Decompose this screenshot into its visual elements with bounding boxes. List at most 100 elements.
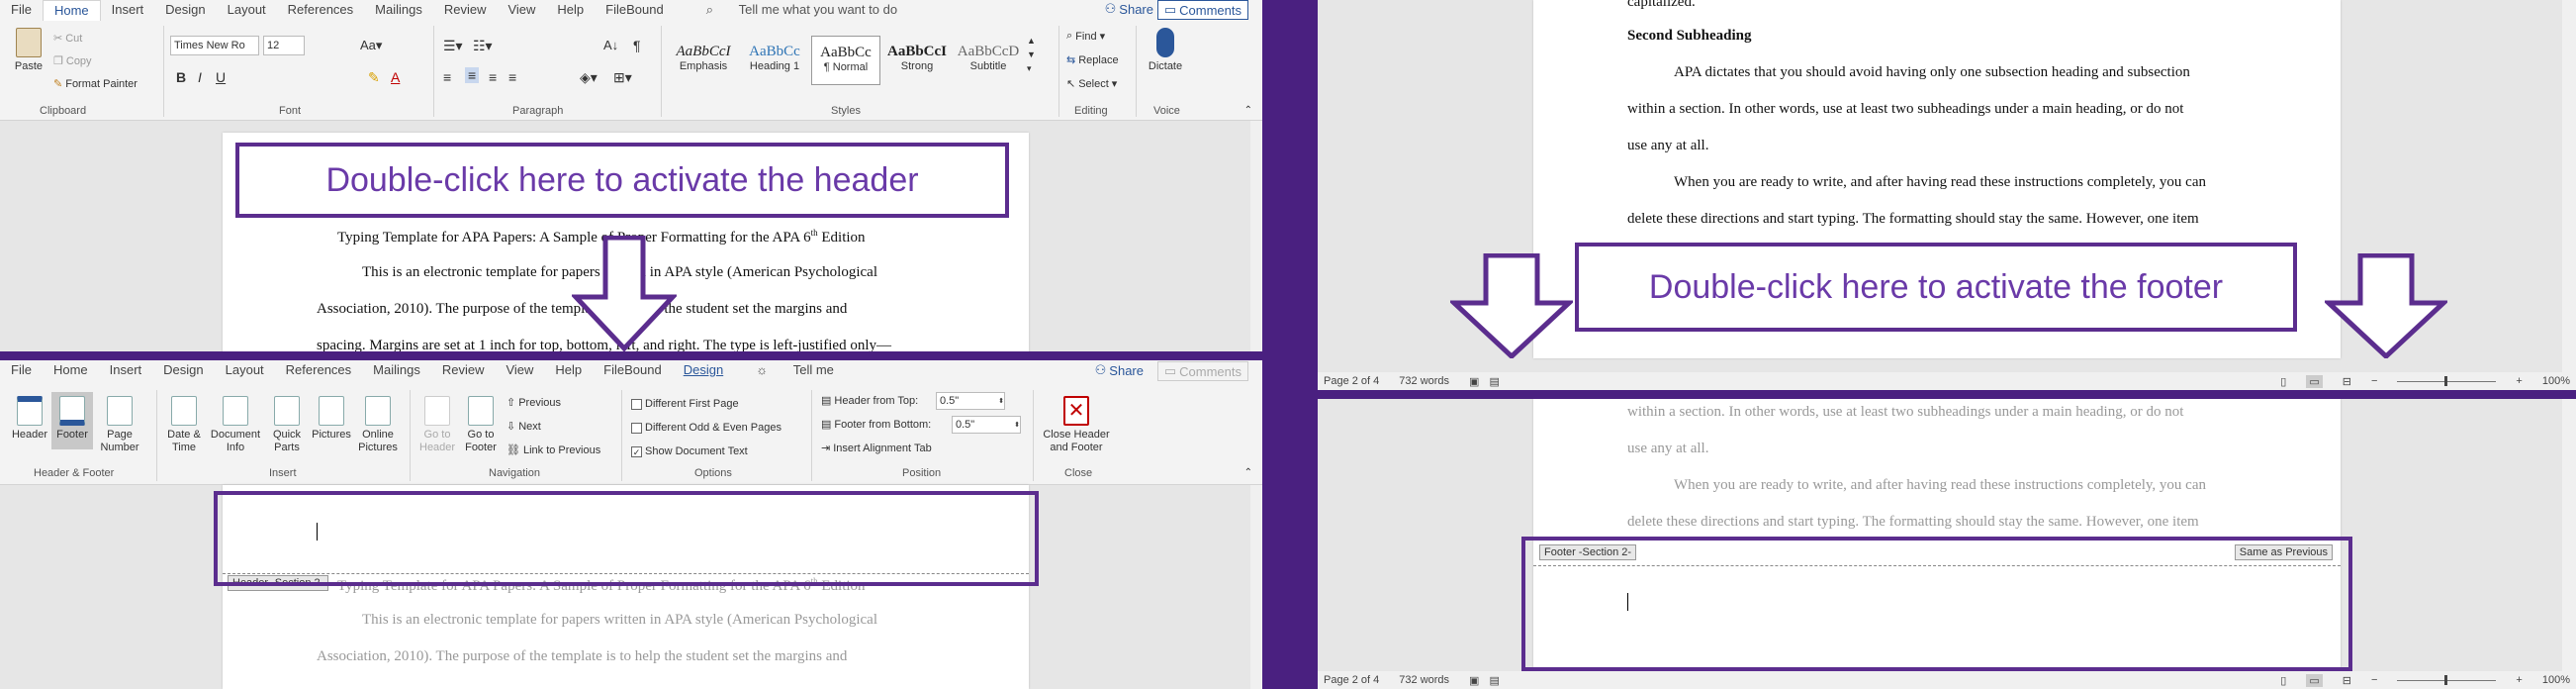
- tab-file[interactable]: File: [0, 360, 43, 380]
- bold-button[interactable]: B: [176, 69, 186, 85]
- link-to-previous-button[interactable]: ⛓ Link to Previous: [506, 443, 600, 457]
- page-count[interactable]: Page 2 of 4: [1324, 375, 1379, 387]
- justify-button[interactable]: ≡: [508, 69, 516, 85]
- tab-references[interactable]: References: [277, 0, 364, 20]
- tab-view[interactable]: View: [497, 0, 546, 20]
- tab-mailings[interactable]: Mailings: [362, 360, 431, 380]
- tab-insert[interactable]: Insert: [101, 0, 155, 20]
- zoom-slider[interactable]: [2397, 674, 2497, 685]
- tab-layout[interactable]: Layout: [215, 360, 275, 380]
- highlight-button[interactable]: ✎: [368, 69, 380, 86]
- macro-icon[interactable]: ▤: [1489, 674, 1499, 687]
- read-mode-icon[interactable]: ▯: [2280, 375, 2286, 388]
- scrollbar[interactable]: [1250, 485, 1262, 689]
- zoom-out-icon[interactable]: −: [2371, 375, 2377, 387]
- word-count[interactable]: 732 words: [1399, 674, 1449, 686]
- zoom-in-icon[interactable]: +: [2516, 375, 2522, 387]
- tab-home[interactable]: Home: [42, 0, 101, 21]
- change-case-button[interactable]: Aa▾: [360, 38, 382, 53]
- footer-button[interactable]: Footer: [51, 392, 93, 449]
- header-button[interactable]: Header: [8, 396, 51, 442]
- insert-alignment-tab-button[interactable]: ⇥ Insert Alignment Tab: [821, 442, 932, 455]
- tab-references[interactable]: References: [275, 360, 362, 380]
- style-normal[interactable]: AaBbCc ¶ Normal: [811, 36, 880, 85]
- go-to-footer-button[interactable]: Go to Footer: [459, 396, 503, 454]
- scrollbar[interactable]: [2562, 399, 2576, 671]
- proofing-icon[interactable]: ▣: [1469, 674, 1479, 687]
- numbering-button[interactable]: ☷▾: [473, 38, 493, 54]
- page-count[interactable]: Page 2 of 4: [1324, 674, 1379, 686]
- different-first-page-checkbox[interactable]: Different First Page: [631, 398, 739, 410]
- print-layout-icon[interactable]: ▭: [2306, 673, 2323, 687]
- web-layout-icon[interactable]: ⊟: [2343, 674, 2351, 687]
- borders-button[interactable]: ⊞▾: [613, 69, 632, 86]
- style-subtitle[interactable]: AaBbCcD Subtitle: [954, 36, 1023, 85]
- style-strong[interactable]: AaBbCcI Strong: [882, 36, 952, 85]
- shading-button[interactable]: ◈▾: [580, 69, 598, 86]
- show-document-text-checkbox[interactable]: ✓ Show Document Text: [631, 445, 748, 457]
- collapse-ribbon-icon[interactable]: ⌃: [1244, 467, 1252, 478]
- footer-from-bottom-input[interactable]: 0.5" ⬍: [952, 416, 1021, 434]
- zoom-level[interactable]: 100%: [2542, 375, 2570, 387]
- tab-layout[interactable]: Layout: [217, 0, 277, 20]
- zoom-out-icon[interactable]: −: [2371, 674, 2377, 686]
- next-button[interactable]: ⇩ Next: [506, 420, 541, 434]
- online-pictures-button[interactable]: Online Pictures: [354, 396, 402, 454]
- tab-filebound[interactable]: FileBound: [593, 360, 673, 380]
- zoom-slider[interactable]: [2397, 375, 2497, 386]
- zoom-thumb[interactable]: [2444, 674, 2448, 685]
- tab-review[interactable]: Review: [431, 360, 496, 380]
- print-layout-icon[interactable]: ▭: [2306, 374, 2323, 388]
- macro-icon[interactable]: ▤: [1489, 375, 1499, 388]
- align-center-button[interactable]: ≡: [465, 67, 480, 83]
- page-number-button[interactable]: Page Number: [95, 396, 144, 454]
- go-to-header-button[interactable]: Go to Header: [415, 396, 459, 454]
- tab-home[interactable]: Home: [43, 360, 99, 380]
- tab-design[interactable]: Design: [152, 360, 214, 380]
- read-mode-icon[interactable]: ▯: [2280, 674, 2286, 687]
- quick-parts-button[interactable]: Quick Parts: [265, 396, 309, 454]
- bullets-button[interactable]: ☰▾: [443, 38, 463, 54]
- document-info-button[interactable]: Document Info: [208, 396, 263, 454]
- tab-mailings[interactable]: Mailings: [364, 0, 433, 20]
- select-button[interactable]: ↖ Select ▾: [1066, 77, 1117, 91]
- styles-scroll-arrows[interactable]: ▲ ▼ ▾: [1027, 34, 1036, 75]
- show-marks-button[interactable]: ¶: [633, 38, 641, 53]
- comments-button[interactable]: ▭ Comments: [1156, 0, 1248, 20]
- tab-view[interactable]: View: [495, 360, 544, 380]
- style-emphasis[interactable]: AaBbCcI Emphasis: [669, 36, 738, 85]
- tab-help[interactable]: Help: [546, 0, 595, 20]
- zoom-thumb[interactable]: [2444, 375, 2448, 386]
- font-size-select[interactable]: 12: [263, 36, 305, 55]
- cut-button[interactable]: ✂ Cut: [53, 32, 82, 46]
- word-count[interactable]: 732 words: [1399, 375, 1449, 387]
- pictures-button[interactable]: Pictures: [309, 396, 354, 442]
- tab-help[interactable]: Help: [544, 360, 593, 380]
- header-from-top-input[interactable]: 0.5" ⬍: [936, 392, 1005, 410]
- paste-button[interactable]: Paste: [10, 28, 47, 73]
- tab-file[interactable]: File: [0, 0, 43, 20]
- underline-button[interactable]: U: [216, 69, 226, 85]
- zoom-level[interactable]: 100%: [2542, 674, 2570, 686]
- find-button[interactable]: ⌕ Find ▾: [1066, 30, 1105, 43]
- comments-button[interactable]: ▭ Comments: [1156, 361, 1248, 381]
- tab-header-footer-design[interactable]: Design: [673, 360, 734, 380]
- font-color-button[interactable]: A: [391, 69, 400, 85]
- copy-button[interactable]: ❐ Copy: [53, 54, 92, 68]
- tab-insert[interactable]: Insert: [99, 360, 153, 380]
- tell-me-box[interactable]: ⌕ Tell me what you want to do: [685, 0, 919, 20]
- zoom-in-icon[interactable]: +: [2516, 674, 2522, 686]
- close-header-footer-button[interactable]: ✕ Close Header and Footer: [1039, 396, 1114, 454]
- share-button[interactable]: ⚇ Share: [1105, 1, 1153, 17]
- collapse-ribbon-icon[interactable]: ⌃: [1244, 105, 1252, 116]
- scrollbar[interactable]: [2562, 0, 2576, 372]
- dictate-button[interactable]: Dictate: [1144, 28, 1187, 73]
- tab-design[interactable]: Design: [154, 0, 216, 20]
- align-right-button[interactable]: ≡: [489, 69, 497, 85]
- different-odd-even-checkbox[interactable]: Different Odd & Even Pages: [631, 422, 782, 434]
- tell-me-box[interactable]: ☼ Tell me: [734, 360, 856, 380]
- scrollbar[interactable]: [1250, 121, 1262, 351]
- replace-button[interactable]: ⇆ Replace: [1066, 53, 1119, 67]
- date-time-button[interactable]: Date & Time: [162, 396, 206, 454]
- web-layout-icon[interactable]: ⊟: [2343, 375, 2351, 388]
